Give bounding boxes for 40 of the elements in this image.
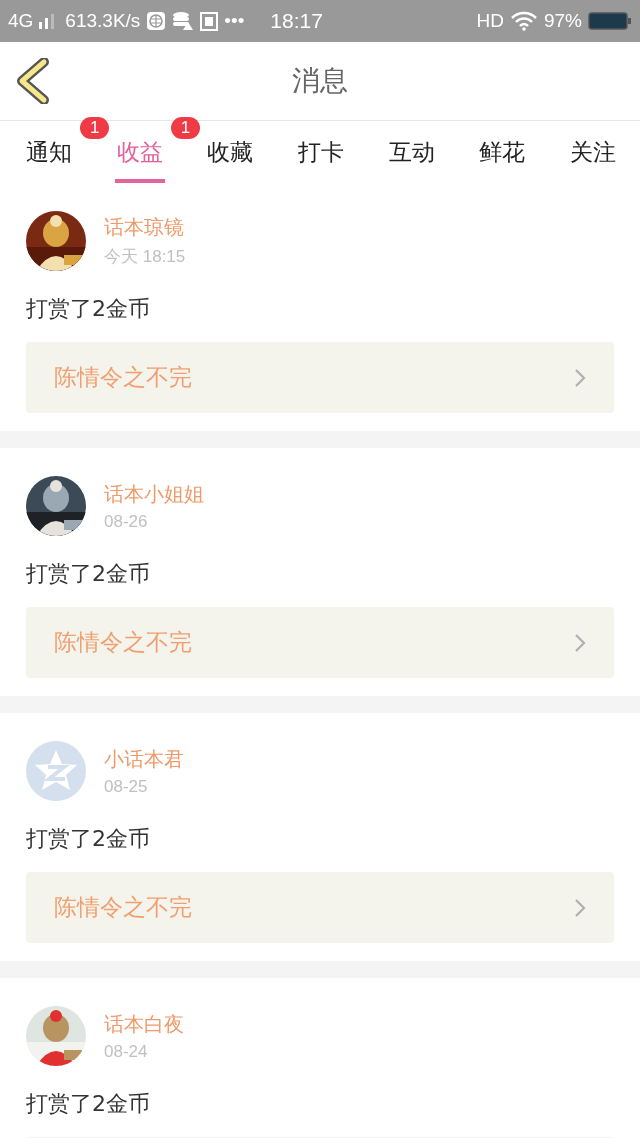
user-name[interactable]: 话本小姐姐 xyxy=(104,480,204,508)
chevron-right-icon xyxy=(574,367,586,388)
story-link[interactable]: 陈情令之不完 xyxy=(26,607,614,678)
battery-icon xyxy=(588,11,632,31)
sim-icon xyxy=(200,11,219,31)
count-badge: 1 xyxy=(80,117,110,139)
globe-icon xyxy=(146,11,167,31)
tab[interactable]: 收藏 xyxy=(205,121,256,183)
tab[interactable]: 互动 xyxy=(386,121,437,183)
chevron-right-icon xyxy=(574,632,586,653)
clock: 18:17 xyxy=(270,9,323,33)
tab[interactable]: 打卡 xyxy=(295,121,346,183)
message-text: 打赏了2金币 xyxy=(26,1090,151,1118)
user-name[interactable]: 话本白夜 xyxy=(104,1010,184,1038)
message-time: 08-24 xyxy=(104,1041,149,1062)
default-avatar-icon xyxy=(26,741,86,801)
message-text: 打赏了2金币 xyxy=(26,825,151,853)
battery-level: 97% xyxy=(543,10,582,32)
story-link[interactable]: 陈情令之不完 xyxy=(26,872,614,943)
tab[interactable]: 关注 xyxy=(567,121,618,183)
page-title: 消息 xyxy=(292,63,348,99)
user-name[interactable]: 小话本君 xyxy=(104,745,184,773)
hd-indicator: HD xyxy=(476,10,504,32)
tab[interactable]: 鲜花 xyxy=(477,121,528,183)
more-indicator: ••• xyxy=(224,10,245,32)
message-text: 打赏了2金币 xyxy=(26,560,151,588)
message-time: 08-26 xyxy=(104,511,149,532)
user-name[interactable]: 话本琼镜 xyxy=(104,214,186,241)
network-type: 4G xyxy=(8,10,34,32)
wifi-icon xyxy=(509,11,538,31)
chevron-right-icon xyxy=(574,897,586,918)
message-time: 今天 18:15 xyxy=(104,246,186,268)
message-time: 08-25 xyxy=(104,776,149,797)
tab[interactable]: 通知 xyxy=(24,121,74,183)
back-icon[interactable] xyxy=(16,58,50,104)
database-icon xyxy=(172,11,195,31)
story-link[interactable]: 陈情令之不完 xyxy=(26,342,614,413)
count-badge: 1 xyxy=(170,117,201,139)
message-text: 打赏了2金币 xyxy=(26,295,151,323)
network-speed: 613.3K/s xyxy=(65,10,141,32)
